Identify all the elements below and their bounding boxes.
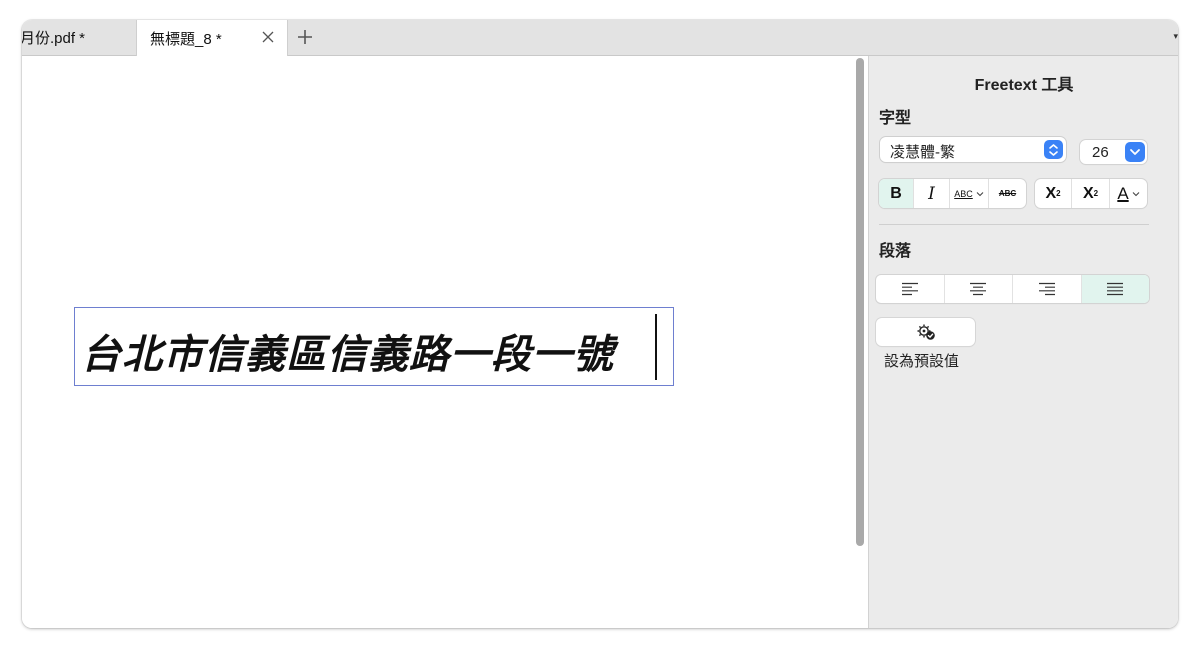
align-justify-icon <box>1107 282 1124 296</box>
superscript-icon: X <box>1045 184 1057 202</box>
align-center-icon <box>970 282 987 296</box>
align-justify-button[interactable] <box>1081 275 1149 303</box>
chevron-down-icon <box>976 191 984 196</box>
font-family-value: 凌慧體-繁 <box>890 144 955 161</box>
tab-label: 月份.pdf * <box>22 30 86 47</box>
section-divider <box>879 224 1149 225</box>
font-section-label: 字型 <box>879 110 912 127</box>
paragraph-section-label: 段落 <box>879 243 912 260</box>
set-default-button[interactable] <box>876 318 975 346</box>
italic-button[interactable]: I <box>914 179 950 208</box>
align-center-button[interactable] <box>945 275 1013 303</box>
align-left-button[interactable] <box>876 275 945 303</box>
tab-overflow-icon[interactable]: ▾ <box>1173 31 1178 42</box>
text-style-group: B I ABC ABC <box>879 179 1026 208</box>
vertical-scrollbar[interactable] <box>856 58 864 546</box>
superscript-mark: 2 <box>1056 189 1061 198</box>
font-size-select[interactable]: 26 <box>1080 140 1147 164</box>
subscript-mark: 2 <box>1093 189 1099 198</box>
bold-icon: B <box>890 184 902 202</box>
updown-chevron-icon <box>1044 140 1063 159</box>
chevron-down-icon <box>1125 142 1145 162</box>
subscript-button[interactable]: X2 <box>1072 179 1110 208</box>
document-canvas[interactable]: 台北市信義區信義路一段一號 <box>22 56 868 628</box>
font-size-value: 26 <box>1092 144 1109 161</box>
close-icon[interactable] <box>259 28 277 46</box>
tab-untitled-8[interactable]: 無標題_8 * <box>136 20 288 56</box>
gear-check-icon <box>917 324 935 340</box>
bold-button[interactable]: B <box>879 179 914 208</box>
align-right-button[interactable] <box>1013 275 1082 303</box>
app-window: 月份.pdf * 無標題_8 * ▾ 台北市信義區信義路一段一號 Freetex… <box>22 20 1178 628</box>
font-family-select[interactable]: 凌慧體-繁 <box>880 137 1066 162</box>
tab-month-pdf[interactable]: 月份.pdf * <box>22 20 136 55</box>
freetext-box[interactable]: 台北市信義區信義路一段一號 <box>74 307 674 386</box>
set-default-label: 設為預設值 <box>884 353 960 370</box>
strikethrough-icon: ABC <box>998 189 1017 198</box>
text-caret <box>655 314 657 380</box>
tab-bar: 月份.pdf * 無標題_8 * ▾ <box>22 20 1178 56</box>
inspector-title: Freetext 工具 <box>974 77 1074 94</box>
underline-icon: ABC <box>954 188 973 199</box>
underline-button[interactable]: ABC <box>950 179 989 208</box>
freetext-content[interactable]: 台北市信義區信義路一段一號 <box>81 322 614 380</box>
subscript-icon: X <box>1082 184 1094 202</box>
plus-icon <box>298 30 312 44</box>
tab-label: 無標題_8 * <box>150 30 222 48</box>
text-color-button[interactable]: A <box>1110 179 1147 208</box>
alignment-group <box>876 275 1149 303</box>
italic-icon: I <box>928 183 935 204</box>
text-color-icon: A <box>1117 183 1129 203</box>
align-right-icon <box>1038 282 1055 296</box>
inspector-panel: Freetext 工具 字型 凌慧體-繁 26 B I ABC ABC X 2 … <box>868 56 1178 628</box>
chevron-down-icon <box>1132 191 1140 196</box>
strikethrough-button[interactable]: ABC <box>989 179 1026 208</box>
add-tab-button[interactable] <box>294 26 316 48</box>
align-left-icon <box>901 282 918 296</box>
script-color-group: X2 X2 A <box>1035 179 1147 208</box>
superscript-button[interactable]: X2 <box>1035 179 1072 208</box>
